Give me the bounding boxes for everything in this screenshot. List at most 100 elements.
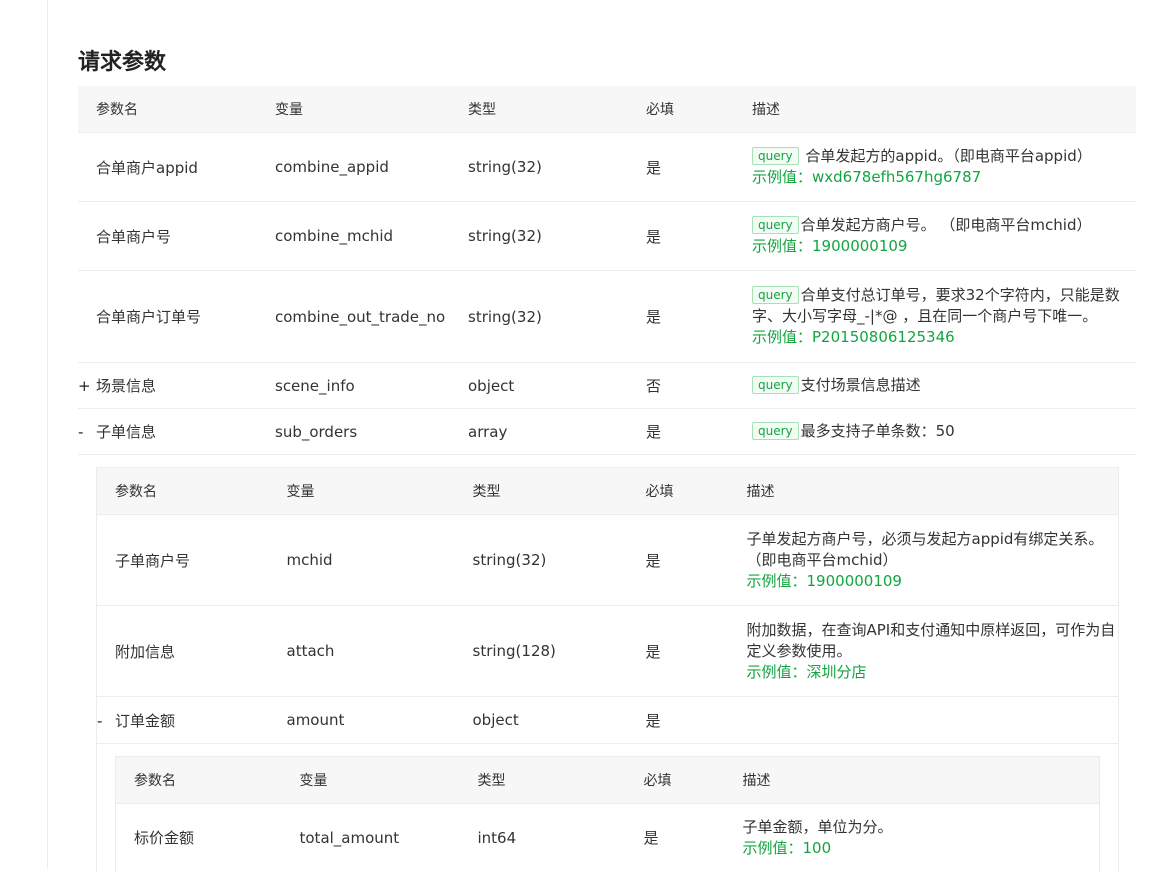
query-tag: query [752,286,799,304]
col-header-name: 参数名 [96,467,287,515]
param-desc: 附加数据，在查询API和支付通知中原样返回，可作为自定义参数使用。 示例值：深圳… [746,605,1119,697]
table-row: 子单商户号 mchid string(32) 是 子单发起方商户号，必须与发起方… [96,514,1119,606]
param-name: 子单商户号 [96,514,287,606]
param-name[interactable]: - 订单金额 [96,696,287,744]
query-tag: query [752,147,799,165]
example-label: 示例值： [742,838,803,857]
param-name: 附加信息 [96,605,287,697]
param-var: scene_info [275,362,468,409]
param-desc: 子单金额，单位为分。 示例值：100 [742,803,1100,872]
param-name: 合单商户号 [78,201,275,271]
example-value: 深圳分店 [806,662,867,681]
section-title: 请求参数 [78,50,167,75]
param-var: sub_orders [275,408,468,455]
param-type: string(32) [468,201,646,271]
param-var: total_amount [299,803,478,872]
param-required: 是 [643,803,743,872]
desc-text: 合单发起方商户号。 （即电商平台mchid） [800,216,1092,234]
param-desc: query 合单发起方商户号。 （即电商平台mchid） 示例值：19000001… [752,201,1136,271]
nested-row: 参数名 变量 类型 必填 描述 子单商户号 mchid string(32) 是… [78,454,1136,872]
param-var: combine_out_trade_no [275,270,468,363]
table-row: 附加信息 attach string(128) 是 附加数据，在查询API和支付… [96,605,1119,697]
param-required: 是 [646,408,752,455]
example-label: 示例值： [746,662,807,681]
collapse-icon[interactable]: - [78,423,96,441]
nested-row: 参数名 变量 类型 必填 描述 标价金额 total_amount int64 … [96,743,1119,872]
desc-text: 最多支持子单条数：50 [800,422,955,440]
table-row[interactable]: - 子单信息 sub_orders array 是 query 最多支持子单条数：5… [78,408,1136,455]
desc-text: 附加数据，在查询API和支付通知中原样返回，可作为自定义参数使用。 [746,620,1116,660]
collapse-icon[interactable]: - [97,712,115,730]
example-value: wxd678efh567hg6787 [812,168,982,186]
col-header-name: 参数名 [115,756,300,804]
param-name-text: 订单金额 [115,711,176,730]
param-var: combine_mchid [275,201,468,271]
table-row[interactable]: + 场景信息 scene_info object 否 query 支付场景信息描述 [78,362,1136,409]
left-divider [47,0,48,869]
param-required: 是 [646,270,752,363]
query-tag: query [752,376,799,394]
request-params-table: 参数名 变量 类型 必填 描述 合单商户appid combine_appid … [78,86,1136,872]
table-header: 参数名 变量 类型 必填 描述 [78,86,1136,133]
col-header-required: 必填 [646,86,752,133]
table-row[interactable]: - 订单金额 amount object 是 [96,696,1119,744]
sub-orders-table: 参数名 变量 类型 必填 描述 子单商户号 mchid string(32) 是… [96,467,1119,872]
example-label: 示例值： [752,328,813,346]
query-tag: query [752,422,799,440]
table-header: 参数名 变量 类型 必填 描述 [96,467,1119,515]
col-header-var: 变量 [275,86,468,133]
expand-icon[interactable]: + [78,377,96,395]
param-name: 合单商户appid [78,132,275,202]
param-type: object [468,362,646,409]
param-var: combine_appid [275,132,468,202]
col-header-desc: 描述 [746,467,1119,515]
param-desc: query 最多支持子单条数：50 [752,408,1136,455]
table-row: 合单商户appid combine_appid string(32) 是 que… [78,132,1136,202]
param-desc: 子单发起方商户号，必须与发起方appid有绑定关系。（即电商平台mchid） 示… [746,514,1119,606]
param-type: string(32) [468,270,646,363]
example-label: 示例值： [752,237,813,255]
col-header-required: 必填 [643,756,743,804]
amount-table: 参数名 变量 类型 必填 描述 标价金额 total_amount int64 … [115,756,1100,872]
table-row: 合单商户号 combine_mchid string(32) 是 query 合单… [78,201,1136,271]
param-name-text: 子单信息 [96,423,157,441]
col-header-type: 类型 [477,756,644,804]
col-header-desc: 描述 [752,86,1136,133]
example-label: 示例值： [752,168,813,186]
desc-text: 子单金额，单位为分。 [742,817,893,836]
param-var: mchid [286,514,473,606]
example-value: 1900000109 [812,237,908,255]
param-desc [746,696,1119,744]
col-header-var: 变量 [286,467,473,515]
desc-text: 合单支付总订单号，要求32个字符内，只能是数字、大小写字母_-|*@ ，且在同一… [752,286,1120,325]
param-required: 否 [646,362,752,409]
param-name[interactable]: + 场景信息 [78,362,275,409]
amount-container: 参数名 变量 类型 必填 描述 标价金额 total_amount int64 … [96,743,1119,872]
table-header: 参数名 变量 类型 必填 描述 [115,756,1100,804]
param-desc: query 合单发起方的appid。（即电商平台appid） 示例值：wxd67… [752,132,1136,202]
example-value: 1900000109 [806,571,902,590]
param-required: 是 [646,132,752,202]
table-row: 合单商户订单号 combine_out_trade_no string(32) … [78,270,1136,363]
example-value: 100 [802,838,832,857]
param-required: 是 [645,514,747,606]
col-header-type: 类型 [468,86,646,133]
sub-orders-container: 参数名 变量 类型 必填 描述 子单商户号 mchid string(32) 是… [78,454,1136,872]
param-required: 是 [645,605,747,697]
param-name: 标价金额 [115,803,300,872]
param-type: string(32) [472,514,646,606]
param-name-text: 场景信息 [96,377,157,395]
param-required: 是 [646,201,752,271]
col-header-var: 变量 [299,756,478,804]
example-label: 示例值： [746,571,807,590]
col-header-name: 参数名 [78,86,275,133]
desc-text: 合单发起方的appid。（即电商平台appid） [805,147,1092,165]
desc-text: 子单发起方商户号，必须与发起方appid有绑定关系。（即电商平台mchid） [746,529,1104,569]
example-value: P20150806125346 [812,328,955,346]
param-name[interactable]: - 子单信息 [78,408,275,455]
col-header-type: 类型 [472,467,646,515]
param-type: object [472,696,646,744]
col-header-required: 必填 [645,467,747,515]
param-name: 合单商户订单号 [78,270,275,363]
param-desc: query 合单支付总订单号，要求32个字符内，只能是数字、大小写字母_-|*@ … [752,270,1136,363]
